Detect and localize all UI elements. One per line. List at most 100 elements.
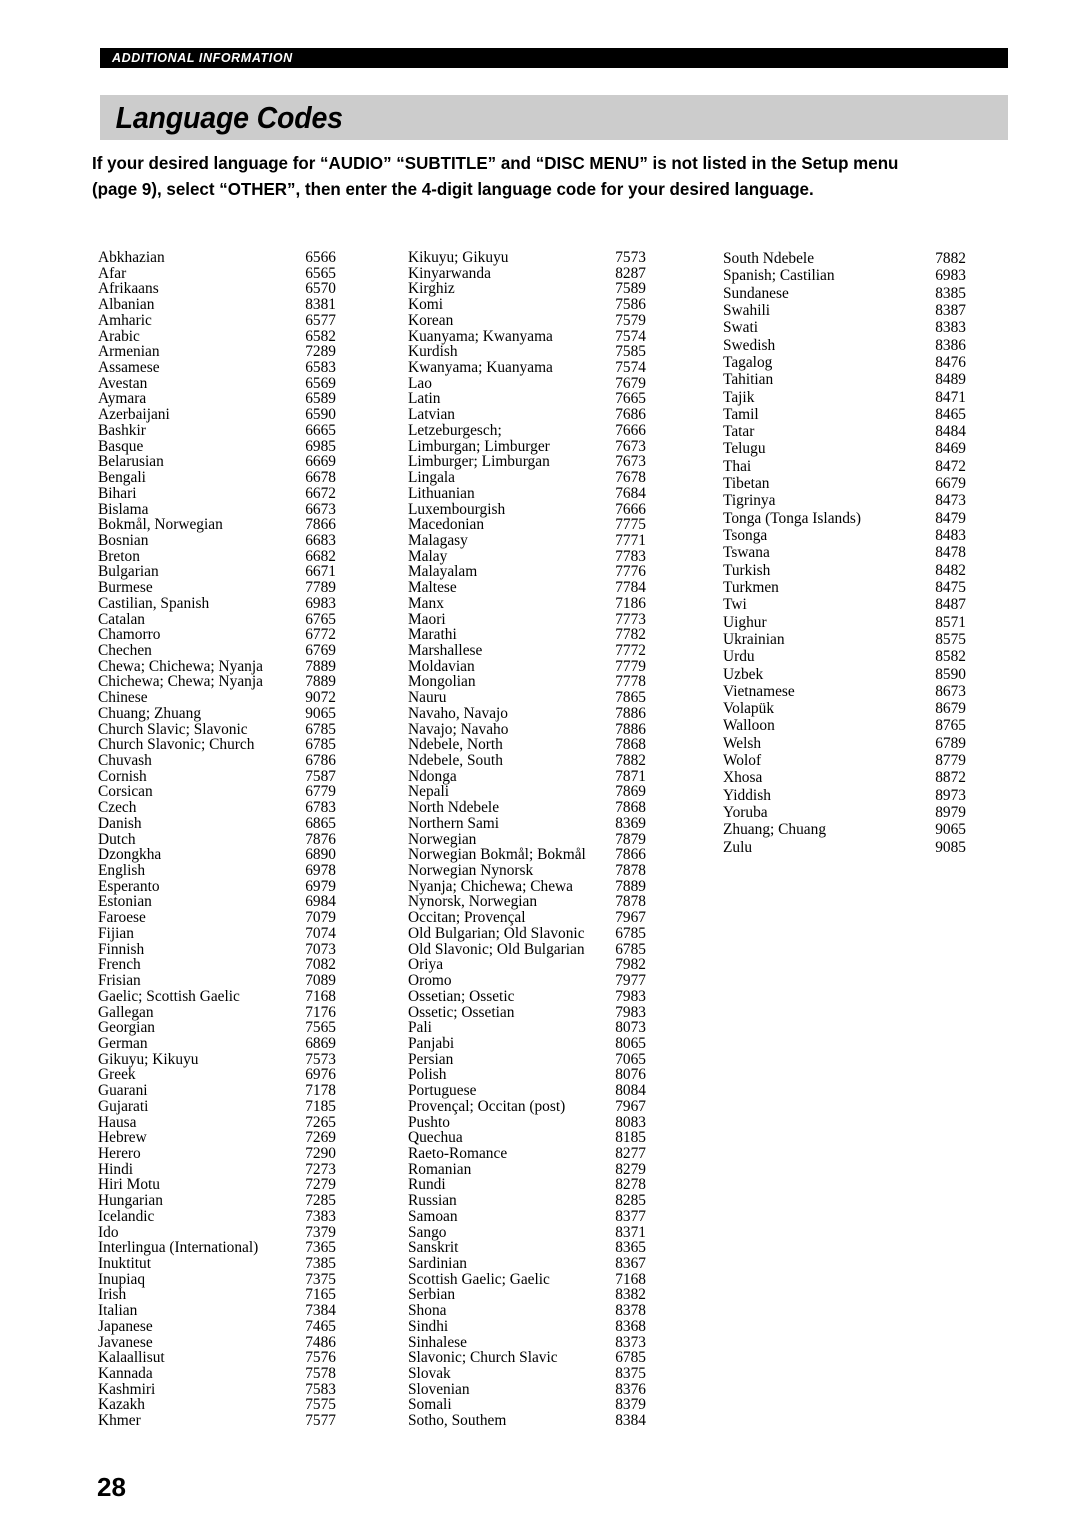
language-code-row: Danish 6865 — [98, 816, 398, 832]
language-code-value: 7589 — [615, 280, 646, 298]
language-name: Finnish — [98, 940, 145, 958]
language-name: Ossetian; Ossetic — [408, 987, 515, 1005]
language-code-row: Albanian 8381 — [98, 297, 398, 313]
language-name: Volapük — [723, 700, 775, 718]
language-name: Kuanyama; Kwanyama — [408, 327, 553, 345]
language-code-value: 6570 — [305, 280, 336, 298]
language-name: Sinhalese — [408, 1333, 467, 1351]
language-code-row: Persian 7065 — [408, 1050, 708, 1068]
language-name: Abkhazian — [98, 249, 165, 266]
language-name: Esperanto — [98, 877, 160, 895]
language-name: Telugu — [723, 440, 766, 458]
language-code-value: 7074 — [305, 924, 336, 942]
language-code-value: 7165 — [305, 1286, 336, 1304]
language-code-row: Sundanese 8385 — [723, 285, 1013, 302]
language-code-row: Tagalog 8476 — [723, 354, 1013, 371]
language-name: Sotho, Southem — [408, 1412, 507, 1430]
language-name: Turkish — [723, 561, 771, 579]
language-code-value: 8386 — [935, 336, 966, 354]
language-code-row: Latvian 7686 — [408, 407, 708, 423]
language-code-row: Catalan 6765 — [98, 611, 398, 628]
language-code-value: 6577 — [305, 311, 336, 329]
language-name: Castilian, Spanish — [98, 594, 210, 612]
language-code-row: Turkish 8482 — [723, 562, 1013, 579]
language-code-value: 8475 — [935, 578, 966, 596]
language-name: Breton — [98, 547, 140, 565]
language-name: Church Slavonic; Church — [98, 736, 255, 754]
language-name: Gaelic; Scottish Gaelic — [98, 987, 240, 1005]
language-code-value: 7079 — [305, 909, 336, 927]
language-name: Northern Sami — [408, 814, 500, 832]
language-code-row: Ossetic; Ossetian 7983 — [408, 1004, 708, 1021]
language-code-row: Czech 6783 — [98, 800, 398, 816]
language-name: Avestan — [98, 374, 148, 392]
language-code-value: 7983 — [615, 987, 646, 1005]
language-code-row: Hindi 7273 — [98, 1161, 398, 1178]
page-title-band: Language Codes — [100, 95, 1008, 140]
language-code-row: Irish 7165 — [98, 1287, 398, 1303]
language-code-row: Komi 7586 — [408, 297, 708, 313]
language-name: Uighur — [723, 613, 767, 631]
language-code-row: Aymara 6589 — [98, 391, 398, 407]
language-code-value: 7666 — [615, 500, 646, 518]
language-code-value: 8083 — [615, 1113, 646, 1131]
language-code-row: Swahili 8387 — [723, 302, 1013, 319]
language-code-row: Chinese 9072 — [98, 690, 398, 706]
language-name: Interlingua (International) — [98, 1239, 259, 1257]
language-code-row: Tswana 8478 — [723, 544, 1013, 561]
language-code-value: 7065 — [615, 1050, 646, 1068]
language-code-row: Interlingua (International) 7365 — [98, 1240, 398, 1256]
language-name: North Ndebele — [408, 799, 500, 817]
language-code-value: 7383 — [305, 1207, 336, 1225]
language-code-row: Belarusian 6669 — [98, 454, 398, 470]
language-code-row: Navaho, Navajo 7886 — [408, 706, 708, 722]
language-name: Shona — [408, 1302, 447, 1320]
language-name: Korean — [408, 311, 454, 329]
language-code-row: Kannada 7578 — [98, 1366, 398, 1382]
language-name: Hausa — [98, 1113, 137, 1131]
language-code-row: Romanian 8279 — [408, 1161, 708, 1178]
language-code-row: Macedonian 7775 — [408, 517, 708, 533]
language-name: Pali — [408, 1019, 432, 1037]
language-code-value: 7665 — [615, 390, 646, 408]
language-code-row: Marshallese 7772 — [408, 643, 708, 659]
intro-line-1: If your desired language for “AUDIO” “SU… — [92, 153, 899, 173]
language-name: Luxembourgish — [408, 500, 506, 518]
language-code-value: 6976 — [305, 1066, 336, 1084]
language-code-value: 7579 — [615, 311, 646, 329]
language-code-value: 7379 — [305, 1223, 336, 1241]
page-number: 28 — [97, 1472, 126, 1502]
language-code-value: 8473 — [935, 492, 966, 510]
language-code-row: Occitan; Provençal 7967 — [408, 910, 708, 926]
language-code-row: Thai 8472 — [723, 458, 1013, 475]
language-name: Norwegian Nynorsk — [408, 862, 534, 880]
language-code-row: Malayalam 7776 — [408, 564, 708, 580]
page-title: Language Codes — [115, 99, 343, 135]
language-name: German — [98, 1034, 148, 1052]
language-name: Ndebele, North — [408, 736, 503, 754]
language-code-row: Panjabi 8065 — [408, 1036, 708, 1052]
language-name: Sango — [408, 1223, 447, 1241]
language-name: Bihari — [98, 484, 137, 502]
language-code-row: Russian 8285 — [408, 1193, 708, 1209]
language-name: Faroese — [98, 909, 146, 927]
language-name: Chechen — [98, 641, 152, 659]
language-code-row: Tsonga 8483 — [723, 527, 1013, 544]
language-code-row: Old Slavonic; Old Bulgarian 6785 — [408, 941, 708, 958]
language-code-row: Yoruba 8979 — [723, 804, 1013, 821]
language-name: Nauru — [408, 689, 447, 707]
language-code-row: Ndonga 7871 — [408, 768, 708, 785]
language-name: Vietnamese — [723, 682, 795, 700]
language-code-value: 7577 — [305, 1412, 336, 1430]
language-name: Spanish; Castilian — [723, 267, 835, 285]
language-name: Gikuyu; Kikuyu — [98, 1050, 199, 1068]
language-code-value: 7876 — [305, 830, 336, 848]
language-code-value: 6869 — [305, 1034, 336, 1052]
language-name: Polish — [408, 1066, 447, 1084]
language-code-row: Oromo 7977 — [408, 973, 708, 989]
language-code-row: Chichewa; Chewa; Nyanja 7889 — [98, 674, 398, 690]
language-name: Italian — [98, 1302, 138, 1320]
language-code-row: Afrikaans 6570 — [98, 281, 398, 297]
language-name: Irish — [98, 1286, 127, 1304]
language-code-value: 8571 — [935, 613, 966, 631]
